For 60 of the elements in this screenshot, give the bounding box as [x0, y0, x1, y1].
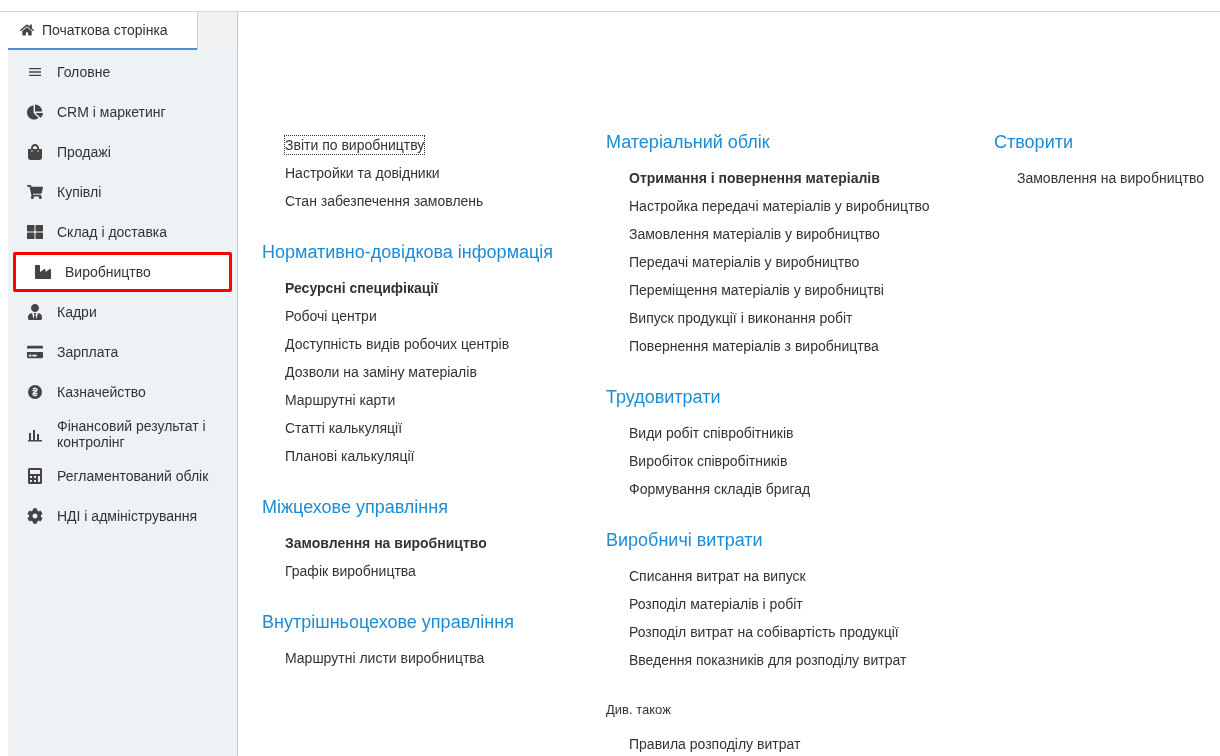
menu-link[interactable]: Замовлення на виробництво — [285, 534, 487, 552]
factory-icon — [35, 264, 51, 280]
calculator-icon — [27, 468, 43, 484]
menu-link[interactable]: Звіти по виробництву — [285, 136, 425, 154]
section-heading: Створити — [994, 131, 1074, 153]
section-heading: Трудовитрати — [606, 386, 722, 408]
menu-link[interactable]: Настройка передачі матеріалів у виробництво — [629, 197, 930, 215]
sidebar-item[interactable]: Зарплата — [8, 332, 237, 372]
menu-link[interactable]: Замовлення на виробництво — [1017, 169, 1204, 187]
menu-link[interactable]: Повернення матеріалів з виробництва — [629, 337, 879, 355]
sidebar-item[interactable]: НДІ і адміністрування — [8, 496, 237, 536]
sidebar-item[interactable]: Головне — [8, 52, 237, 92]
section-heading: Міжцехове управління — [262, 496, 449, 518]
card-icon — [27, 344, 43, 360]
sidebar-item[interactable]: Кадри — [8, 292, 237, 332]
menu-link[interactable]: Дозволи на заміну матеріалів — [285, 363, 477, 381]
menu-link[interactable]: Маршрутні листи виробництва — [285, 649, 485, 667]
section-heading: Нормативно-довідкова інформація — [262, 241, 555, 263]
menu-link[interactable]: Доступність видів робочих центрів — [285, 335, 510, 353]
menu-link[interactable]: Види робіт співробітників — [629, 424, 794, 442]
pie-chart-icon — [27, 104, 43, 120]
sidebar-item[interactable]: Купівлі — [8, 172, 237, 212]
menu-link[interactable]: Правила розподілу витрат — [629, 735, 801, 753]
menu-link[interactable]: Замовлення матеріалів у виробництво — [629, 225, 880, 243]
section-heading: Виробничі витрати — [606, 529, 764, 551]
settings-icon — [27, 508, 43, 524]
menu-link[interactable]: Статті калькуляції — [285, 419, 403, 437]
menu-link[interactable]: Отримання і повернення матеріалів — [629, 169, 880, 187]
section-heading: Внутрішньоцехове управління — [262, 611, 515, 633]
menu-link[interactable]: Передачі матеріалів у виробництво — [629, 253, 860, 271]
menu-link[interactable]: Випуск продукції і виконання робіт — [629, 309, 853, 327]
menu-link[interactable]: Переміщення матеріалів у виробництві — [629, 281, 884, 299]
cart-icon — [27, 184, 43, 200]
menu-link[interactable]: Графік виробництва — [285, 562, 416, 580]
menu-link[interactable]: Робочі центри — [285, 307, 377, 325]
bag-icon — [27, 144, 43, 160]
see-also-label: Див. також — [606, 701, 672, 719]
menu-link[interactable]: Списання витрат на випуск — [629, 567, 806, 585]
grid-icon — [27, 224, 43, 240]
menu-link[interactable]: Розподіл витрат на собівартість продукції — [629, 623, 899, 641]
person-icon — [27, 304, 43, 320]
sidebar-item[interactable]: CRM і маркетинг — [8, 92, 237, 132]
menu-link[interactable]: Ресурсні специфікації — [285, 279, 439, 297]
menu-link[interactable]: Розподіл матеріалів і робіт — [629, 595, 803, 613]
sidebar-item[interactable]: Виробництво — [13, 252, 232, 292]
menu-link[interactable]: Настройки та довідники — [285, 164, 440, 182]
section-heading: Матеріальний облік — [606, 131, 771, 153]
sidebar-item[interactable]: Фінансовий результат і контролінг — [8, 412, 237, 456]
sidebar-item[interactable]: Казначейство — [8, 372, 237, 412]
sidebar-item[interactable]: Продажі — [8, 132, 237, 172]
sidebar-item[interactable]: Склад і доставка — [8, 212, 237, 252]
menu-link[interactable]: Формування складів бригад — [629, 480, 811, 498]
home-icon — [20, 23, 34, 37]
currency-icon — [27, 384, 43, 400]
menu-link[interactable]: Введення показників для розподілу витрат — [629, 651, 907, 669]
menu-link[interactable]: Планові калькуляції — [285, 447, 415, 465]
sidebar-item[interactable]: Регламентований облік — [8, 456, 237, 496]
menu-link[interactable]: Маршрутні карти — [285, 391, 396, 409]
menu-link[interactable]: Стан забезпечення замовлень — [285, 192, 484, 210]
menu-link[interactable]: Виробіток співробітників — [629, 452, 788, 470]
